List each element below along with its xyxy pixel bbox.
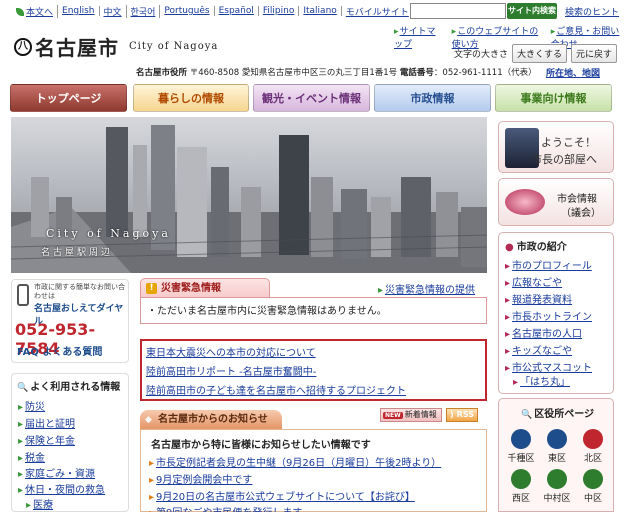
search-input[interactable]	[410, 3, 506, 19]
site-search-button[interactable]: サイト内検索	[507, 3, 557, 19]
news-item[interactable]: 9月20日の名古屋市公式ウェブサイトについて【お詫び】	[149, 488, 415, 503]
ward-nakamura[interactable]: 中村区	[540, 469, 574, 504]
earthquake-links-box: 東日本大震災への本市の対応について 陸前高田市リポート -名古屋市奮闘中- 陸前…	[140, 339, 487, 401]
frequent-item-medical[interactable]: 医療	[26, 496, 53, 511]
phone-number: ：052-961-1111（代表）	[433, 68, 537, 78]
news-item[interactable]: 第9回なごや市民便を発行します	[149, 504, 302, 512]
policy-item-kids[interactable]: キッズなごや	[505, 342, 572, 357]
tab-business-info[interactable]: 事業向け情報	[495, 84, 612, 112]
faq-link[interactable]: FAQ よくある質問	[17, 343, 102, 358]
frequent-info-box: よく利用される情報 防災 届出と証明 保険と年金 税金 家庭ごみ・資源 休日・夜…	[11, 373, 129, 512]
ward-nishi[interactable]: 西区	[504, 469, 538, 504]
frequent-item-notifications[interactable]: 届出と証明	[18, 415, 75, 430]
policy-item-hotline[interactable]: 市長ホットライン	[505, 308, 592, 323]
frequent-item-emergency[interactable]: 休日・夜間の救急	[18, 481, 105, 496]
frequent-title: よく利用される情報	[17, 378, 120, 393]
logo-name: 名古屋市	[35, 36, 119, 60]
rss-button[interactable]: RSS	[446, 408, 478, 422]
leaf-icon	[16, 8, 24, 16]
rikuzentakata-children-link[interactable]: 陸前高田市の子ども達を名古屋市へ招待するプロジェクト	[146, 382, 406, 397]
hero-caption-english: City of Nagoya	[46, 227, 171, 240]
news-box: 名古屋市から特に皆様にお知らせしたい情報です 市長定例記者会見の生中継（9月26…	[140, 429, 487, 512]
lang-korean-link[interactable]: 한국어	[127, 4, 161, 18]
frequent-item-tax[interactable]: 税金	[18, 449, 45, 464]
disaster-info-tab: 災害緊急情報	[140, 278, 270, 298]
ward-kita[interactable]: 北区	[576, 429, 610, 464]
ward-chikusa[interactable]: 千種区	[504, 429, 538, 464]
mobile-phone-icon	[17, 284, 29, 306]
skip-to-content-link[interactable]: 本文へ	[12, 4, 59, 18]
phone-label: 電話番号	[399, 68, 434, 78]
inquiry-dial-banner[interactable]: 市政に関する簡単なお問い合わせは 名古屋おしえてダイヤル 052-953-758…	[11, 279, 129, 363]
lang-spanish-link[interactable]: Español	[215, 6, 259, 16]
street-address: 愛知県名古屋市中区三の丸三丁目1番1号	[241, 68, 398, 78]
lang-filipino-link[interactable]: Filipino	[259, 6, 300, 16]
council-dome-icon	[505, 189, 545, 215]
mobile-site-link[interactable]: モバイルサイト	[342, 5, 413, 18]
sitemap-link[interactable]: サイトマップ	[394, 24, 440, 50]
new-info-button[interactable]: NEW 新着情報	[380, 408, 442, 422]
map-link[interactable]: 所在地、地図	[546, 66, 600, 79]
disaster-info-provision-link[interactable]: 災害緊急情報の提供	[378, 281, 475, 296]
tab-life-info[interactable]: 暮らしの情報	[133, 84, 249, 112]
city-policy-box: 市政の紹介 市のプロフィール 広報なごや 報道発表資料 市長ホットライン 名古屋…	[498, 232, 614, 394]
rikuzentakata-report-link[interactable]: 陸前高田市リポート -名古屋市奮闘中-	[146, 363, 316, 378]
policy-item-press[interactable]: 報道発表資料	[505, 291, 572, 306]
ward-higashi[interactable]: 東区	[540, 429, 574, 464]
logo-subtitle: City of Nagoya	[129, 41, 219, 52]
news-item[interactable]: 9月定例会開会中です	[149, 471, 252, 486]
ward-title: 区役所ページ	[521, 405, 594, 420]
ward-naka[interactable]: 中区	[576, 469, 610, 504]
font-reset-button[interactable]: 元に戻す	[571, 44, 618, 63]
council-line2: （議会）	[561, 208, 601, 219]
policy-item-hachimaru[interactable]: 「はち丸」	[513, 373, 570, 388]
policy-item-population[interactable]: 名古屋市の人口	[505, 325, 582, 340]
lang-chinese-link[interactable]: 中文	[100, 4, 127, 18]
new-icon: NEW	[383, 412, 403, 419]
frequent-item-disaster[interactable]: 防災	[18, 398, 45, 413]
policy-title: 市政の紹介	[505, 238, 567, 253]
frequent-item-insurance[interactable]: 保険と年金	[18, 432, 75, 447]
city-emblem-icon: 八	[14, 37, 32, 56]
tab-top-page[interactable]: トップページ	[10, 84, 127, 112]
office-name: 名古屋市役所	[136, 68, 188, 78]
mayor-room-banner[interactable]: ようこそ！ 市長の部屋へ	[498, 121, 614, 173]
ward-emblem-icon	[511, 469, 531, 489]
ward-emblem-icon	[511, 429, 531, 449]
welcome-line2: 市長の部屋へ	[531, 153, 597, 166]
policy-item-pr-nagoya[interactable]: 広報なごや	[505, 274, 562, 289]
site-logo[interactable]: 八 名古屋市 City of Nagoya	[14, 32, 218, 61]
font-bigger-button[interactable]: 大きくする	[512, 44, 568, 63]
ward-emblem-icon	[583, 469, 603, 489]
font-size-label: 文字の大きさ	[454, 50, 509, 60]
ward-emblem-icon	[547, 469, 567, 489]
hero-cityscape-image: City of Nagoya 名古屋駅周辺	[11, 117, 487, 273]
tab-city-government[interactable]: 市政情報	[374, 84, 491, 112]
lang-italian-link[interactable]: Italiano	[299, 6, 342, 16]
ward-emblem-icon	[547, 429, 567, 449]
font-size-controls: 文字の大きさ 大きくする 元に戻す	[454, 44, 618, 63]
council-line1: 市会情報	[557, 194, 597, 205]
postal-code: 〒460-8508	[189, 68, 240, 78]
frequent-item-garbage[interactable]: 家庭ごみ・資源	[18, 465, 95, 480]
city-hall-address: 名古屋市役所 〒460-8508 愛知県名古屋市中区三の丸三丁目1番1号 電話番…	[136, 66, 537, 78]
city-news-tab: 名古屋市からのお知らせ	[140, 410, 282, 430]
lang-english-link[interactable]: English	[58, 6, 100, 16]
ward-emblem-icon	[583, 429, 603, 449]
disaster-info-message: ・ただいま名古屋市内に災害緊急情報はありません。	[140, 297, 487, 324]
hero-caption-japanese: 名古屋駅周辺	[41, 248, 114, 258]
news-intro: 名古屋市から特に皆様にお知らせしたい情報です	[151, 440, 371, 451]
tab-tourism-events[interactable]: 観光・イベント情報	[253, 84, 370, 112]
welcome-line1: ようこそ！	[541, 136, 596, 149]
policy-item-mascot[interactable]: 市公式マスコット	[505, 359, 592, 374]
inquiry-text: 市政に関する簡単なお問い合わせは	[34, 283, 125, 300]
policy-item-profile[interactable]: 市のプロフィール	[505, 257, 592, 272]
city-council-banner[interactable]: 市会情報 （議会）	[498, 178, 614, 226]
ward-offices-box: 区役所ページ 千種区 東区 北区 西区 中村区 中区	[498, 398, 614, 512]
language-bar: 本文へ English 中文 한국어 Português Español Fil…	[12, 4, 413, 18]
earthquake-response-link[interactable]: 東日本大震災への本市の対応について	[146, 344, 316, 359]
news-item[interactable]: 市長定例記者会見の生中継（9月26日（月曜日）午後2時より）	[149, 454, 441, 469]
lang-portuguese-link[interactable]: Português	[160, 6, 215, 16]
search-hint-link[interactable]: 検索のヒント	[565, 5, 619, 18]
